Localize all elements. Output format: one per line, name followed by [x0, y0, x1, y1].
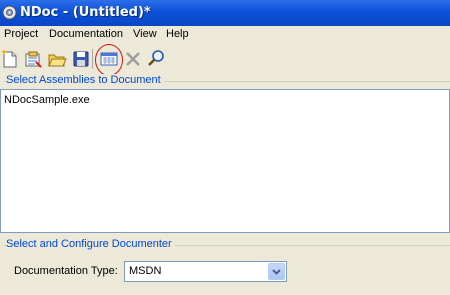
new-project-icon: [2, 50, 17, 68]
menu-documentation[interactable]: Documentation: [49, 28, 123, 40]
menu-bar: Project Documentation View Help: [0, 26, 450, 44]
list-item[interactable]: NDocSample.exe: [4, 94, 90, 106]
open-folder-icon: [48, 54, 67, 67]
view-documentation-icon: [148, 50, 164, 66]
menu-view[interactable]: View: [133, 28, 157, 40]
open-project-icon: [25, 51, 42, 68]
assemblies-listbox[interactable]: NDocSample.exe: [0, 89, 450, 233]
menu-project[interactable]: Project: [4, 28, 38, 40]
view-documentation-button[interactable]: [146, 49, 166, 69]
highlight-circle: [95, 44, 123, 76]
ndoc-app-icon[interactable]: [2, 5, 17, 20]
title-bar: NDoc - (Untitled)*: [0, 0, 450, 26]
cancel-build-icon: [126, 52, 140, 66]
documentation-type-value: MSDN: [129, 265, 162, 277]
toolbar: [0, 44, 450, 74]
assemblies-group-label: Select Assemblies to Document: [6, 74, 164, 86]
dropdown-button[interactable]: [268, 263, 285, 280]
new-project-button[interactable]: [0, 49, 20, 69]
window-title: NDoc - (Untitled)*: [20, 5, 151, 20]
documentation-type-select[interactable]: MSDN: [124, 261, 287, 282]
menu-help[interactable]: Help: [166, 28, 189, 40]
toolbar-separator: [92, 49, 93, 69]
chevron-down-icon: [272, 269, 281, 275]
open-project-button[interactable]: [23, 49, 43, 69]
save-icon: [73, 51, 89, 67]
open-folder-button[interactable]: [47, 49, 67, 69]
documenter-group-label: Select and Configure Documenter: [6, 238, 175, 250]
documentation-type-label: Documentation Type:: [14, 265, 118, 277]
save-button[interactable]: [71, 49, 91, 69]
cancel-build-button[interactable]: [123, 49, 143, 69]
